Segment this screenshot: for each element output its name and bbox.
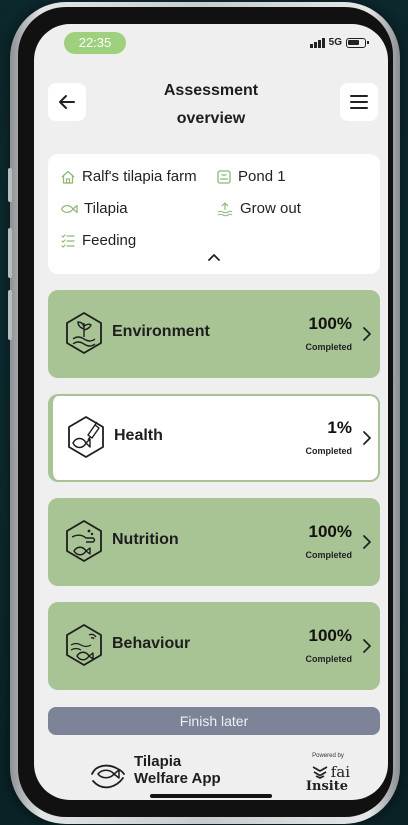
category-percent: 100% xyxy=(308,314,352,333)
arrow-left-icon xyxy=(59,95,75,109)
category-label: Nutrition xyxy=(112,531,179,548)
farm-info-pond: Pond 1 xyxy=(216,168,286,185)
farm-name: Ralf's tilapia farm xyxy=(82,168,197,185)
side-button xyxy=(8,228,12,278)
farm-info-stage: Grow out xyxy=(216,200,301,217)
category-label: Health xyxy=(114,427,163,444)
growth-stage-icon xyxy=(217,201,233,216)
fish-icon xyxy=(60,204,78,213)
back-button[interactable] xyxy=(48,83,86,121)
chevron-right-icon xyxy=(363,535,371,549)
category-status: Completed xyxy=(305,446,352,456)
tilapia-welfare-logo-icon xyxy=(91,764,125,789)
farm-info-species: Tilapia xyxy=(60,200,128,217)
app-name-line2: Welfare App xyxy=(134,770,221,787)
category-percent: 1% xyxy=(327,418,352,437)
network-type: 5G xyxy=(328,37,342,48)
farm-info-farm: Ralf's tilapia farm xyxy=(60,168,197,185)
category-status: Completed xyxy=(305,550,352,560)
health-icon xyxy=(68,416,104,458)
environment-icon xyxy=(66,312,102,354)
nutrition-icon xyxy=(66,520,102,562)
finish-later-button[interactable]: Finish later xyxy=(48,707,380,735)
fai-mark-icon xyxy=(312,766,328,779)
farm-info-card: Ralf's tilapia farm Pond 1 Tilapia Grow … xyxy=(48,154,380,274)
farm-info-activity: Feeding xyxy=(60,232,136,249)
page-title: Assessment overview xyxy=(124,77,298,133)
category-label: Environment xyxy=(112,323,210,340)
status-time: 22:35 xyxy=(64,32,126,54)
chevron-right-icon xyxy=(363,431,371,445)
category-card-health[interactable]: Health 1% Completed xyxy=(48,394,380,482)
app-screen: 22:35 5G Assessment overview Ralf's tila… xyxy=(34,24,388,800)
house-icon xyxy=(61,170,75,184)
powered-by-label: Powered by xyxy=(312,753,344,759)
category-label: Behaviour xyxy=(112,635,191,652)
chevron-up-icon[interactable] xyxy=(206,252,222,262)
category-card-behaviour[interactable]: Behaviour 100% Completed xyxy=(48,602,380,690)
status-bar: 22:35 5G xyxy=(34,24,388,68)
category-status: Completed xyxy=(305,654,352,664)
app-name-line1: Tilapia xyxy=(134,753,182,770)
checklist-icon xyxy=(61,233,75,248)
header: Assessment overview xyxy=(34,74,388,134)
page-title-line2: overview xyxy=(176,110,246,127)
home-indicator xyxy=(150,794,272,798)
side-button xyxy=(8,168,12,202)
behaviour-icon xyxy=(66,624,102,666)
footer: Tilapia Welfare App Powered by fai Insit… xyxy=(34,746,388,800)
stage-name: Grow out xyxy=(240,200,301,217)
menu-button[interactable] xyxy=(340,83,378,121)
species-name: Tilapia xyxy=(84,200,128,217)
app-name: Tilapia Welfare App xyxy=(134,753,221,787)
signal-icon xyxy=(309,37,325,48)
side-button xyxy=(8,290,12,340)
category-status: Completed xyxy=(305,342,352,352)
activity-name: Feeding xyxy=(82,232,137,249)
hamburger-menu-icon xyxy=(350,95,368,109)
category-percent: 100% xyxy=(308,626,352,645)
category-card-nutrition[interactable]: Nutrition 100% Completed xyxy=(48,498,380,586)
category-percent: 100% xyxy=(308,522,352,541)
pond-icon xyxy=(217,169,231,184)
category-card-environment[interactable]: Environment 100% Completed xyxy=(48,290,380,378)
chevron-right-icon xyxy=(363,327,371,341)
battery-icon xyxy=(346,37,369,48)
chevron-right-icon xyxy=(363,639,371,653)
pond-name: Pond 1 xyxy=(238,168,286,185)
status-indicators: 5G xyxy=(309,37,369,48)
partner-product: Insite xyxy=(305,779,348,794)
page-title-line1: Assessment xyxy=(163,82,259,99)
